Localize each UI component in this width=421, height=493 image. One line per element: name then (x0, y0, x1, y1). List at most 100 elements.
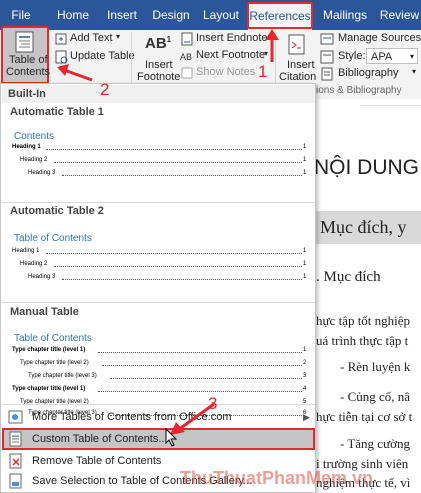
svg-text:AB: AB (180, 52, 192, 62)
remove-toc-icon (9, 453, 22, 469)
next-footnote-label: Next Footnote (196, 49, 266, 61)
doc-line: hực tập tốt nghiệp (316, 313, 411, 328)
manual-table-option[interactable]: Manual Table Table of Contents Type chap… (2, 303, 315, 416)
toc-preview-heading: Table of Contents (14, 233, 92, 244)
section-bar: Mục đích, y (300, 211, 421, 244)
style-dropdown[interactable]: APA ▾ (366, 48, 418, 64)
toc-preview-line: Heading 1 (12, 248, 40, 254)
toc-leader (46, 253, 302, 254)
gallery-item-title: Automatic Table 1 (10, 106, 104, 118)
ribbon-group-label: ions & Bibliography (316, 85, 402, 96)
document-page: NỘI DUNG Mục đích, y . Mục đích hực tập … (300, 99, 421, 493)
mouse-cursor-icon (165, 428, 178, 447)
toc-leader (102, 365, 302, 366)
annotation-number-2: 2 (100, 80, 110, 99)
toc-page-number: 3 (303, 373, 307, 379)
toc-gallery-dropdown: Built-In Automatic Table 1 Contents Head… (0, 83, 316, 493)
toc-leader (98, 391, 302, 392)
dropdown-arrow-icon: ▾ (412, 67, 417, 76)
toc-page-number: 1 (303, 144, 307, 150)
references-highlight-box (247, 2, 313, 29)
builtin-header: Built-In (2, 85, 315, 103)
document-heading: NỘI DUNG (314, 156, 419, 179)
tab-mailings[interactable]: Mailings (320, 0, 370, 30)
remove-toc-label: Remove Table of Contents (32, 455, 162, 467)
ribbon-tab-bar: File Home Insert Design Layout Reference… (0, 0, 421, 30)
annotation-arrow-2 (57, 64, 93, 82)
toc-preview-line: Type chapter title (level 3) (28, 373, 97, 379)
gallery-item-title: Automatic Table 2 (10, 205, 104, 217)
tab-design[interactable]: Design (150, 0, 192, 30)
toc-preview-line: Type chapter title (level 2) (20, 360, 89, 366)
style-value: APA (371, 51, 393, 63)
add-text-label: Add Text (70, 32, 113, 44)
gallery-item-title: Manual Table (10, 306, 79, 318)
dropdown-arrow-icon: ▾ (116, 32, 121, 41)
automatic-table-1-option[interactable]: Automatic Table 1 Contents Heading 1 1 H… (2, 103, 315, 197)
style-selector: Style: APA ▾ (320, 48, 420, 66)
tab-layout[interactable]: Layout (199, 0, 243, 30)
toc-leader (62, 279, 302, 280)
chevron-down-icon: ▾ (409, 52, 414, 61)
gallery-divider (2, 404, 315, 405)
tab-insert[interactable]: Insert (102, 0, 142, 30)
annotation-number-1: 1 (258, 62, 268, 81)
insert-citation-label-2: Citation (279, 71, 317, 83)
toc-page-number: 1 (303, 170, 307, 176)
insert-citation-button[interactable]: Insert Citation (278, 32, 316, 84)
toc-preview-line: Heading 1 (12, 144, 41, 150)
next-footnote-icon: AB (180, 52, 192, 62)
automatic-table-2-option[interactable]: Automatic Table 2 Table of Contents Head… (2, 202, 315, 302)
document-subheading: . Mục đích (316, 269, 381, 285)
doc-line: - Rèn luyện k (340, 359, 411, 374)
toc-preview-line: Type chapter title (level 1) (12, 347, 86, 353)
show-notes-button[interactable]: Show Notes (180, 65, 270, 81)
toc-page-number: 1 (303, 274, 307, 280)
style-label: Style: (338, 50, 366, 62)
update-table-label: Update Table (70, 50, 135, 62)
toc-leader (54, 266, 302, 267)
doc-line: - Củng cố, nâ (340, 389, 411, 404)
ribbon-separator (131, 32, 132, 87)
toc-page-number: 2 (303, 360, 307, 366)
bibliography-button[interactable]: Bibliography ▾ (320, 66, 420, 82)
doc-line: hực tiễn tại cơ sở t (316, 409, 413, 424)
insert-footnote-label-1: Insert (145, 59, 173, 71)
toc-leader (110, 378, 302, 379)
toc-page-number: 1 (303, 157, 307, 163)
custom-toc-menu-item[interactable]: Custom Table of Contents... (2, 428, 315, 450)
insert-endnote-button[interactable]: Insert Endnote (180, 31, 270, 47)
footnote-icon: AB1 (145, 35, 172, 52)
custom-toc-label: Custom Table of Contents... (32, 433, 168, 445)
toc-leader (54, 162, 302, 163)
doc-line: - Tăng cường (340, 436, 410, 451)
toc-preview-heading: Table of Contents (14, 333, 92, 344)
insert-footnote-button[interactable]: AB1 Insert Footnote (135, 32, 181, 84)
toc-label-line2: Contents (6, 66, 51, 78)
citation-icon (288, 34, 305, 55)
tab-review[interactable]: Review (378, 0, 421, 30)
toc-preview-line: Heading 3 (28, 274, 56, 280)
manage-sources-button[interactable]: Manage Sources (320, 31, 421, 47)
section-bar-text: Mục đích, y (320, 217, 407, 237)
toc-leader (98, 352, 302, 353)
toc-preview-line: Type chapter title (level 1) (12, 386, 86, 392)
insert-endnote-label: Insert Endnote (196, 32, 268, 44)
insert-footnote-label-2: Footnote (137, 71, 181, 83)
annotation-arrow-1 (265, 29, 279, 62)
annotation-number-3: 3 (208, 394, 218, 413)
insert-citation-label-1: Insert (287, 59, 315, 71)
table-of-contents-button[interactable]: Table of Contents (1, 26, 51, 84)
doc-line: uá trình thực tập t (316, 333, 409, 348)
style-icon (320, 50, 334, 64)
bibliography-label: Bibliography (338, 67, 399, 79)
more-tables-menu-item[interactable]: More Tables of Contents from Office.com … (2, 406, 315, 428)
manage-sources-icon (320, 33, 334, 45)
show-notes-icon (181, 67, 193, 79)
toc-page-number: 1 (303, 261, 307, 267)
toc-preview-line: Heading 2 (20, 261, 48, 267)
add-text-button[interactable]: Add Text ▾ (54, 31, 129, 47)
submenu-arrow-icon: ▶ (303, 412, 310, 422)
add-text-icon (55, 33, 67, 45)
tab-home[interactable]: Home (54, 0, 92, 30)
